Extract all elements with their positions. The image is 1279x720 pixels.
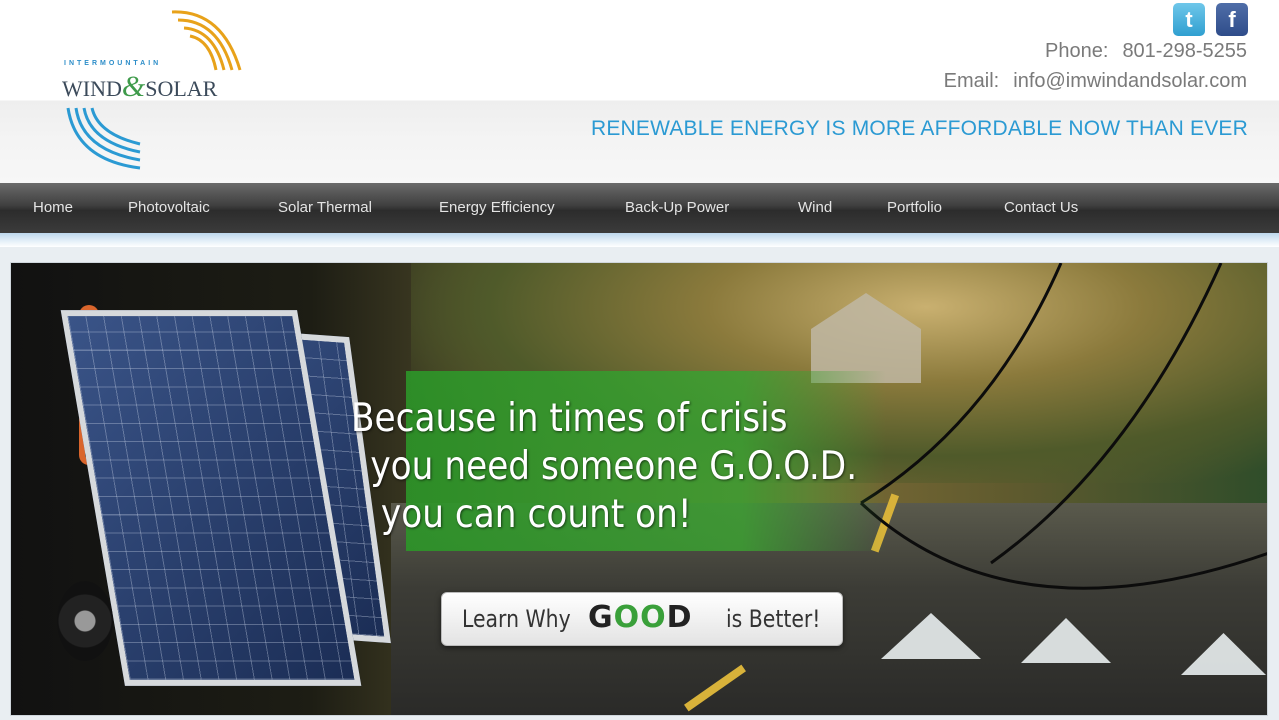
learn-why-good-button[interactable]: Learn Why GOOD is Better! <box>441 592 843 646</box>
phone-value: 801-298-5255 <box>1122 40 1247 62</box>
nav-item-back-up-power[interactable]: Back-Up Power <box>625 183 729 233</box>
nav-item-home[interactable]: Home <box>33 183 73 233</box>
nav-item-energy-efficiency[interactable]: Energy Efficiency <box>439 183 555 233</box>
main-nav: Home Photovoltaic Solar Thermal Energy E… <box>0 183 1279 233</box>
logo-ampersand: & <box>121 70 146 103</box>
nav-underline-bar <box>0 233 1279 247</box>
nav-item-photovoltaic[interactable]: Photovoltaic <box>128 183 210 233</box>
cart-wheel <box>57 581 113 661</box>
site-header: INTERMOUNTAIN WIND&SOLAR t f Phone: 801-2… <box>0 0 1279 183</box>
headline-line-2: you need someone G.O.O.D. <box>370 444 858 489</box>
logo-word-wind: WIND <box>62 76 122 101</box>
logo-word-solar: SOLAR <box>145 76 218 101</box>
facebook-icon: f <box>1228 7 1236 32</box>
nav-item-wind[interactable]: Wind <box>798 183 832 233</box>
twitter-link[interactable]: t <box>1173 3 1205 36</box>
tagline: RENEWABLE ENERGY IS MORE AFFORDABLE NOW … <box>590 117 1248 140</box>
cta-text-suffix: is Better! <box>726 605 821 633</box>
nav-item-portfolio[interactable]: Portfolio <box>887 183 942 233</box>
good-logo-g: G <box>588 600 614 635</box>
nav-item-solar-thermal[interactable]: Solar Thermal <box>278 183 372 233</box>
good-logo-oo: OO <box>613 600 667 635</box>
logo-top-text: INTERMOUNTAIN <box>64 60 162 67</box>
good-logo: GOOD <box>588 600 693 635</box>
contact-email: Email: info@imwindandsolar.com <box>944 70 1247 93</box>
headline-line-3: you can count on! <box>380 492 692 537</box>
nav-item-contact-us[interactable]: Contact Us <box>1004 183 1078 233</box>
solar-generator-cart-image <box>51 263 391 715</box>
facebook-link[interactable]: f <box>1216 3 1248 36</box>
email-label: Email: <box>943 70 1000 92</box>
headline-line-1: Because in times of crisis <box>351 396 788 441</box>
site-logo[interactable]: INTERMOUNTAIN WIND&SOLAR <box>52 0 272 178</box>
logo-wordmark: WIND&SOLAR <box>62 70 217 104</box>
email-value[interactable]: info@imwindandsolar.com <box>1013 70 1247 92</box>
good-logo-d: D <box>666 600 693 635</box>
banner-headline: Because in times of crisis you need some… <box>351 395 857 539</box>
cta-text-prefix: Learn Why <box>462 605 571 633</box>
contact-phone: Phone: 801-298-5255 <box>1045 40 1247 63</box>
hero-banner[interactable]: Because in times of crisis you need some… <box>10 262 1268 716</box>
phone-label: Phone: <box>1045 40 1109 62</box>
twitter-icon: t <box>1185 7 1193 32</box>
